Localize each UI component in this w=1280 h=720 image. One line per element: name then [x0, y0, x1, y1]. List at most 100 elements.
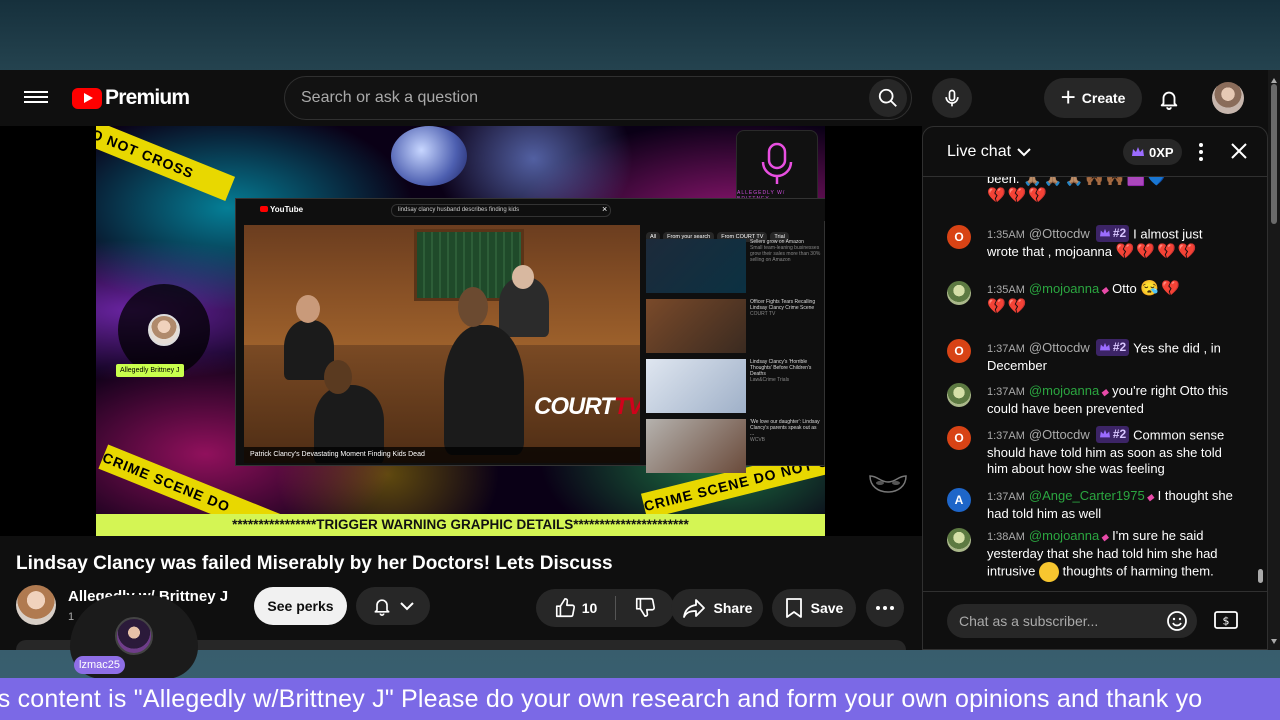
embedded-recommendation-text: Sellers grow on Amazon Small team-leaning…: [750, 239, 821, 263]
like-dislike-group: 10: [536, 589, 674, 627]
author-avatar[interactable]: O: [947, 225, 971, 249]
search-box: [284, 76, 912, 120]
chat-message: been. 🙏🏽🙏🏽🙏🏽🙌🏾🙌🏾🟪💙 💔💔💔: [947, 177, 1237, 204]
message-author[interactable]: @Ottocdw: [1029, 226, 1090, 241]
author-avatar[interactable]: [947, 281, 971, 305]
ticker-text: is content is "Allegedly w/Brittney J" P…: [0, 685, 1203, 713]
chat-message: A 1:37AM @Ange_Carter1975 ◆ I thought she h…: [947, 488, 1237, 522]
like-button[interactable]: 10: [554, 597, 597, 619]
notifications-button[interactable]: [1152, 84, 1186, 114]
author-avatar[interactable]: [947, 528, 971, 552]
rank-badge: #2: [1095, 426, 1130, 443]
account-avatar[interactable]: [1212, 82, 1244, 114]
xp-badge[interactable]: 0XP: [1123, 139, 1182, 165]
message-author[interactable]: @mojoanna: [1029, 528, 1099, 543]
chat-input[interactable]: [947, 604, 1197, 638]
thumbs-down-icon: [636, 597, 656, 617]
message-time: 1:37AM: [987, 430, 1025, 443]
share-button[interactable]: Share: [671, 589, 763, 627]
chevron-down-icon: [400, 602, 414, 611]
author-avatar[interactable]: [947, 383, 971, 407]
menu-icon[interactable]: [24, 88, 48, 108]
crime-tape-top-left: DO NOT CROSS: [96, 126, 236, 202]
top-background-band: [0, 0, 1280, 70]
search-input[interactable]: [301, 77, 861, 119]
chat-message: 1:35AM @mojoanna ◆ Otto 😪💔 💔💔: [947, 280, 1237, 315]
close-chat-button[interactable]: [1227, 139, 1251, 163]
bookmark-icon: [785, 598, 802, 618]
member-badge-icon: ◆: [1101, 285, 1109, 295]
rank-badge: #2: [1095, 339, 1130, 356]
host-name-tag: Allegedly Brittney J: [116, 364, 184, 377]
close-icon: [1231, 143, 1247, 159]
svg-text:$: $: [1223, 615, 1230, 628]
crown-icon: [1099, 229, 1110, 237]
chat-options-button[interactable]: [1191, 141, 1211, 163]
voice-search-button[interactable]: [932, 78, 972, 118]
embedded-topbar: YouTube lindsay clancy husband describes…: [236, 199, 825, 221]
broken-heart-emojis: 💔💔💔💔: [1115, 242, 1199, 260]
live-chat-mode-selector[interactable]: Live chat: [947, 143, 1031, 161]
message-author[interactable]: @mojoanna: [1029, 281, 1099, 296]
super-chat-button[interactable]: $: [1213, 609, 1239, 633]
chat-scrollbar[interactable]: [1257, 177, 1265, 591]
embedded-courtroom-video: COURTTV Patrick Clancy's Devastating Mom…: [244, 225, 640, 463]
message-author[interactable]: @Ottocdw: [1029, 427, 1090, 442]
like-divider: [615, 596, 617, 620]
witness-head: [296, 295, 320, 323]
create-label: Create: [1081, 90, 1126, 106]
author-avatar[interactable]: O: [947, 339, 971, 363]
microphone-icon: [945, 89, 959, 107]
emoji-picker-button[interactable]: [1165, 609, 1189, 633]
scrolling-ticker: is content is "Allegedly w/Brittney J" P…: [0, 678, 1280, 720]
message-time: 1:37AM: [987, 343, 1025, 356]
save-label: Save: [810, 600, 844, 616]
dollar-icon: $: [1214, 611, 1238, 629]
chat-message-text: been. 🙏🏽🙏🏽🙏🏽🙌🏾🙌🏾🟪💙 💔💔💔: [987, 177, 1168, 204]
message-author[interactable]: @mojoanna: [1029, 383, 1099, 398]
create-button[interactable]: + Create: [1044, 78, 1142, 118]
author-avatar[interactable]: A: [947, 488, 971, 512]
video-frame[interactable]: DO NOT CROSS CRIME SCENE DO CRIME SCENE …: [96, 126, 825, 536]
message-author[interactable]: @Ottocdw: [1029, 340, 1090, 355]
bell-icon: [1160, 91, 1178, 110]
logo-text: Premium: [105, 86, 190, 109]
dislike-button[interactable]: [634, 596, 656, 621]
search-button[interactable]: [869, 79, 907, 117]
host-avatar: [148, 314, 180, 346]
notification-settings-button[interactable]: [356, 587, 430, 625]
member-badge-icon: ◆: [1146, 492, 1154, 502]
embedded-thumbnail: [646, 299, 746, 353]
chat-message: O 1:37AM @Ottocdw #2 Common sense should ha…: [947, 426, 1237, 478]
search-icon: [878, 88, 897, 107]
author-avatar[interactable]: O: [947, 426, 971, 450]
chat-message: 1:38AM @mojoanna ◆ I'm sure he said yesterd…: [947, 528, 1237, 582]
podcast-microphone-icon: [761, 142, 793, 184]
youtube-premium-logo[interactable]: Premium: [72, 86, 190, 110]
more-horizontal-icon: [876, 606, 894, 610]
embedded-close-icon: ×: [602, 204, 608, 214]
moon-graphic: [391, 126, 467, 186]
more-actions-button[interactable]: [866, 589, 904, 627]
member-badge-icon: ◆: [1101, 532, 1109, 542]
message-time: 1:37AM: [987, 491, 1025, 503]
embedded-youtube-logo: YouTube: [260, 205, 303, 214]
save-button[interactable]: Save: [772, 589, 856, 627]
crown-icon: [1099, 430, 1110, 438]
message-author[interactable]: @Ange_Carter1975: [1029, 488, 1145, 503]
masthead: Premium + Create: [0, 70, 1268, 126]
video-player-area[interactable]: DO NOT CROSS CRIME SCENE DO CRIME SCENE …: [0, 126, 922, 536]
courttv-watermark: COURTTV: [534, 393, 640, 420]
attorney-head: [458, 287, 488, 327]
see-perks-button[interactable]: See perks: [254, 587, 347, 625]
channel-avatar[interactable]: [16, 585, 56, 625]
page-scrollbar[interactable]: [1268, 70, 1280, 650]
embedded-thumbnail: [646, 239, 746, 293]
embedded-recommendation-text: Lindsay Clancy's 'Horrible Thoughts' Bef…: [750, 359, 812, 383]
video-title: Lindsay Clancy was failed Miserably by h…: [16, 553, 613, 574]
message-time: 1:37AM: [987, 386, 1025, 398]
host-webcam-circle: [118, 284, 210, 376]
share-icon: [682, 599, 705, 618]
embedded-sidebar: All From your search From COURT TV Trial Se…: [646, 225, 822, 473]
attorney-figure: [444, 325, 524, 455]
